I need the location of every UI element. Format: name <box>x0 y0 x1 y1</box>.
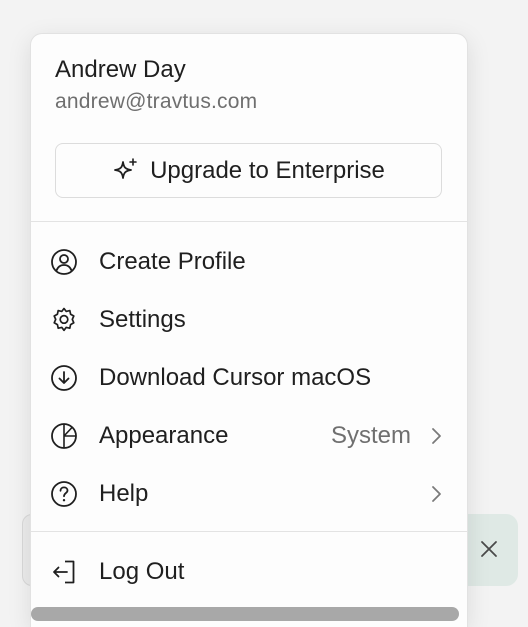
gear-icon <box>50 306 78 334</box>
appearance-value: System <box>330 422 411 449</box>
menu-item-label: Help <box>99 480 149 507</box>
upgrade-button[interactable]: Upgrade to Enterprise <box>55 143 442 198</box>
menu-item-label: Download Cursor macOS <box>99 364 372 391</box>
user-email: andrew@travtus.com <box>55 90 258 113</box>
help-circle-icon <box>50 480 78 508</box>
chevron-right-icon <box>427 485 445 503</box>
logout-icon <box>50 558 78 586</box>
menu-item-help[interactable]: Help <box>31 471 467 517</box>
user-circle-icon <box>50 248 78 276</box>
divider <box>31 531 467 532</box>
menu-item-settings[interactable]: Settings <box>31 297 467 343</box>
menu-item-download[interactable]: Download Cursor macOS <box>31 355 467 401</box>
toast-close-button[interactable] <box>478 538 500 560</box>
user-name: Andrew Day <box>55 56 186 83</box>
horizontal-scrollbar[interactable] <box>31 607 459 621</box>
sparkle-icon <box>112 157 140 185</box>
menu-item-label: Appearance <box>99 422 229 449</box>
menu-item-label: Log Out <box>99 558 185 585</box>
menu-item-log-out[interactable]: Log Out <box>31 549 467 595</box>
menu-item-appearance[interactable]: Appearance System <box>31 413 467 459</box>
close-icon <box>481 541 497 557</box>
theme-pie-icon <box>50 422 78 450</box>
divider <box>31 221 467 222</box>
menu-item-label: Create Profile <box>99 248 246 275</box>
chevron-right-icon <box>427 427 445 445</box>
download-circle-icon <box>50 364 78 392</box>
account-menu: Andrew Day andrew@travtus.com Upgrade to… <box>30 33 468 627</box>
menu-item-create-profile[interactable]: Create Profile <box>31 239 467 285</box>
upgrade-label: Upgrade to Enterprise <box>150 156 385 184</box>
menu-item-label: Settings <box>99 306 186 333</box>
